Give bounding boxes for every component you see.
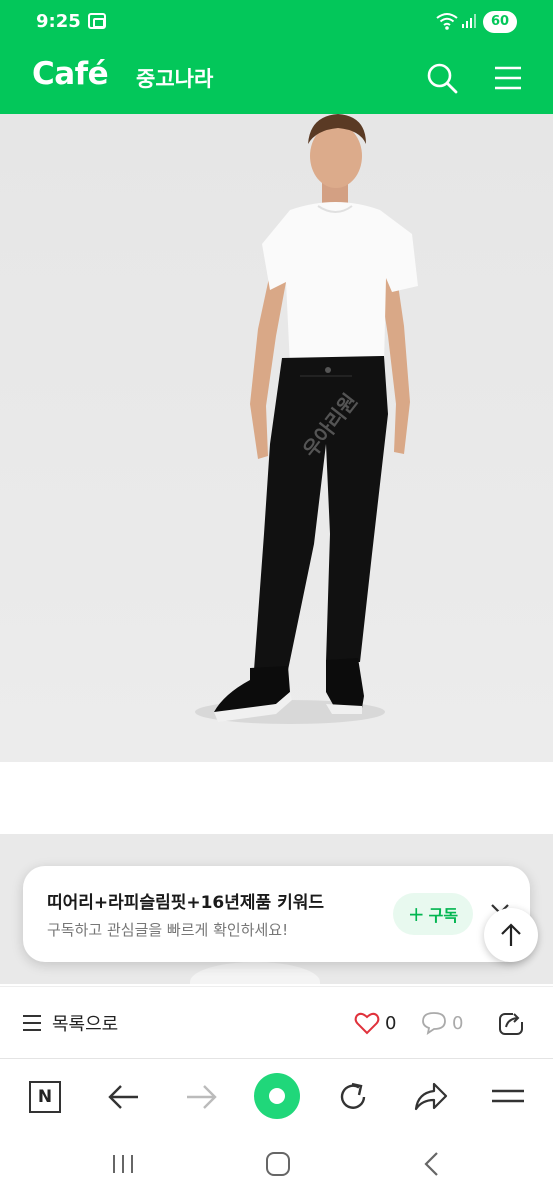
cafe-logo[interactable]: Café: [32, 56, 109, 92]
plus-icon: +: [407, 902, 425, 926]
scroll-to-top-button[interactable]: [484, 908, 538, 962]
subscribe-button-label: 구독: [428, 906, 459, 925]
share-icon[interactable]: [412, 1079, 448, 1115]
comment-icon: [422, 1012, 446, 1035]
home-icon[interactable]: [265, 1151, 291, 1177]
recent-apps-icon[interactable]: [110, 1152, 136, 1176]
back-to-list-button[interactable]: 목록으로: [22, 1009, 118, 1037]
reload-icon[interactable]: [335, 1079, 371, 1115]
header-area: 9:25 60 Café 중고나라: [0, 0, 553, 114]
signal-icon: [462, 14, 476, 28]
subscribe-title: 띠어리+라피슬림핏+16년제품 키워드: [47, 893, 325, 913]
status-time: 9:25: [36, 11, 81, 32]
photo-gap: [0, 762, 553, 834]
back-arrow-icon[interactable]: [106, 1079, 142, 1115]
menu-icon[interactable]: [490, 1079, 526, 1115]
product-photo[interactable]: 우아리원: [0, 114, 553, 762]
subscribe-button[interactable]: + 구독: [393, 893, 473, 935]
hamburger-menu-icon[interactable]: [490, 62, 526, 94]
list-icon: [23, 1015, 41, 1031]
back-icon[interactable]: [422, 1151, 442, 1177]
comment-button[interactable]: 0: [421, 1011, 463, 1035]
screen-record-icon: [88, 13, 106, 29]
model-illustration: [0, 114, 553, 762]
app-bar: Café 중고나라: [0, 44, 553, 114]
arrow-up-icon: [501, 923, 521, 946]
cafe-name[interactable]: 중고나라: [136, 63, 213, 93]
comment-count: 0: [452, 1012, 464, 1034]
system-nav-bar: [0, 1134, 553, 1200]
browser-nav-bar: N: [0, 1058, 553, 1134]
green-dot-icon[interactable]: [254, 1073, 300, 1119]
like-button[interactable]: 0: [354, 1011, 396, 1035]
naver-home-icon[interactable]: N: [29, 1081, 61, 1113]
heart-icon: [354, 1012, 380, 1035]
status-bar: 9:25 60: [0, 0, 553, 44]
back-to-list-label: 목록으로: [52, 1014, 119, 1035]
wifi-icon: [436, 13, 458, 30]
battery-icon: 60: [483, 11, 517, 33]
forward-arrow-icon[interactable]: [183, 1079, 219, 1115]
subscribe-description: 구독하고 관심글을 빠르게 확인하세요!: [47, 921, 289, 939]
search-icon[interactable]: [424, 60, 460, 96]
screen: 9:25 60 Café 중고나라 우아리원 띠어리+라피슬림핏+16년제품 키…: [0, 0, 553, 1200]
post-action-bar: 목록으로 0 0: [0, 986, 553, 1058]
next-photo-detail: [190, 962, 320, 984]
subscribe-card: 띠어리+라피슬림핏+16년제품 키워드 구독하고 관심글을 빠르게 확인하세요!…: [23, 866, 530, 962]
like-count: 0: [385, 1012, 397, 1034]
share-icon[interactable]: [497, 1009, 525, 1037]
